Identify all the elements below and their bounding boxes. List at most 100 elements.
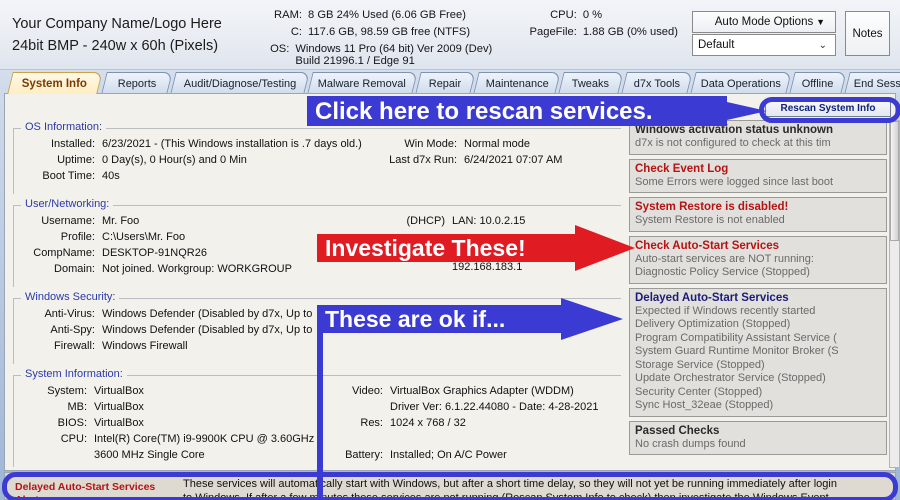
status-card-delayed-auto-start-services[interactable]: Delayed Auto-Start Services Expected if … [629, 287, 887, 417]
tab-maintenance[interactable]: Maintenance [473, 72, 561, 94]
tab-label: Data Operations [700, 77, 781, 90]
logo-line-2: 24bit BMP - 240w x 60h (Pixels) [12, 38, 219, 54]
row-battery: Battery: Installed; On A/C Power [331, 449, 599, 465]
status-card-line: Expected if Windows recently started [635, 304, 816, 317]
row-lan-value: LAN: 10.0.2.15 [452, 215, 526, 227]
status-card-title: Passed Checks [635, 424, 720, 437]
group-title-user-networking: User/Networking: [21, 198, 114, 210]
tab-data-operations[interactable]: Data Operations [690, 72, 792, 94]
notes-button-label: Notes [852, 27, 883, 40]
row-video: Video: VirtualBox Graphics Adapter (WDDM) [331, 385, 599, 401]
status-card-passed-checks[interactable]: Passed Checks No crash dumps found [629, 420, 887, 455]
row-bios-label: BIOS: [57, 417, 87, 429]
help-text: These services will automatically start … [181, 473, 895, 499]
row-win-mode-value: Normal mode [464, 138, 531, 150]
tab-label: Offline [802, 77, 834, 90]
stat-ram-label: RAM: [274, 9, 302, 21]
auto-mode-options-button[interactable]: Auto Mode Options ▼ [692, 11, 836, 33]
status-card-auto-start-services[interactable]: Check Auto-Start Services Auto-start ser… [629, 235, 887, 284]
stat-os: OS: Windows 11 Pro (64 bit) Ver 2009 (De… [262, 43, 514, 67]
row-system-value: VirtualBox [94, 385, 144, 397]
row-domain-value: Not joined. Workgroup: WORKGROUP [102, 263, 292, 275]
row-firewall-value: Windows Firewall [102, 340, 188, 352]
row-system-label: System: [47, 385, 87, 397]
group-os-information: OS Information: Installed: 6/23/2021 - (T… [13, 121, 621, 194]
stat-ram-value: 8 GB 24% Used (6.06 GB Free) [308, 9, 466, 21]
row-bios-value: VirtualBox [94, 417, 144, 429]
row-anti-virus-label: Anti-Virus: [44, 308, 95, 320]
row-video-value: VirtualBox Graphics Adapter (WDDM) [390, 385, 574, 397]
row-cpu-speed: 3600 MHz Single Core [21, 449, 314, 465]
row-anti-virus-value: Windows Defender (Disabled by d7x, Up to [102, 308, 313, 320]
row-dhcp-lan: (DHCP) LAN: 10.0.2.15 [393, 215, 526, 231]
status-check-list[interactable]: Windows activation status unknown d7x is… [629, 120, 887, 468]
stat-cpu-value: 0 % [582, 9, 603, 21]
row-boot-time: Boot Time: 40s [21, 170, 362, 186]
stat-pagefile-label: PageFile: [529, 26, 577, 38]
row-domain-label: Domain: [54, 263, 95, 275]
row-res-value: 1024 x 768 / 32 [390, 417, 466, 429]
status-card-line: System Restore is not enabled [635, 214, 785, 226]
row-system: System: VirtualBox [21, 385, 314, 401]
scrollbar-thumb[interactable] [890, 121, 899, 241]
tab-malware-removal[interactable]: Malware Removal [307, 72, 418, 94]
row-res-label: Res: [360, 417, 383, 429]
status-card-activation[interactable]: Windows activation status unknown d7x is… [629, 120, 887, 155]
row-firewall-label: Firewall: [54, 340, 95, 352]
app-header: Your Company Name/Logo Here 24bit BMP - … [0, 0, 900, 70]
tab-reports[interactable]: Reports [101, 72, 173, 94]
status-card-title: Check Auto-Start Services [635, 239, 780, 252]
status-card-line: Update Orchestrator Service (Stopped) [635, 372, 826, 384]
row-domain: Domain: Not joined. Workgroup: WORKGROUP [21, 263, 292, 279]
status-card-system-restore[interactable]: System Restore is disabled! System Resto… [629, 197, 887, 232]
status-card-event-log[interactable]: Check Event Log Some Errors were logged … [629, 158, 887, 193]
row-compname-label: CompName: [33, 247, 95, 259]
row-username-value: Mr. Foo [102, 215, 140, 227]
stat-cpu-label: CPU: [550, 9, 577, 21]
tab-audit-diagnose-testing[interactable]: Audit/Diagnose/Testing [170, 72, 310, 94]
tab-d7x-tools[interactable]: d7x Tools [621, 72, 693, 94]
row-win-mode: Win Mode: Normal mode [369, 138, 562, 154]
tab-tweaks[interactable]: Tweaks [558, 72, 624, 94]
tab-repair[interactable]: Repair [415, 72, 476, 94]
help-status-bar: Delayed Auto-Start Services Alert These … [4, 472, 896, 500]
tab-label: d7x Tools [633, 77, 681, 90]
status-card-line: Storage Service (Stopped) [635, 358, 765, 371]
tab-label: System Info [22, 77, 88, 90]
group-title-windows-security: Windows Security: [21, 291, 120, 303]
stat-os-value: Windows 11 Pro (64 bit) Ver 2009 (Dev) B… [295, 43, 493, 67]
row-last-d7x-run-value: 6/24/2021 07:07 AM [464, 154, 563, 166]
app-window: Your Company Name/Logo Here 24bit BMP - … [0, 0, 900, 500]
row-username-label: Username: [41, 215, 95, 227]
status-list-scrollbar[interactable] [889, 120, 900, 468]
row-battery-label: Battery: [345, 449, 383, 461]
status-card-title: System Restore is disabled! [635, 201, 789, 213]
row-anti-spy-value: Windows Defender (Disabled by d7x, Up to [102, 324, 313, 336]
tab-offline[interactable]: Offline [789, 72, 847, 94]
row-mb-label: MB: [67, 401, 87, 413]
tab-label: Repair [429, 77, 462, 90]
rescan-system-info-label: Rescan System Info [780, 102, 876, 114]
tab-system-info[interactable]: System Info [7, 72, 103, 94]
tab-end-session[interactable]: End Session [844, 72, 900, 94]
row-installed: Installed: 6/23/2021 - (This Windows inst… [21, 138, 362, 154]
rescan-system-info-button[interactable]: Rescan System Info [765, 99, 891, 117]
tab-bar: System Info Reports Audit/Diagnose/Testi… [0, 72, 900, 94]
row-boot-time-value: 40s [102, 170, 120, 182]
help-alert-label: Delayed Auto-Start Services Alert [15, 481, 156, 500]
company-logo: Your Company Name/Logo Here 24bit BMP - … [12, 8, 262, 62]
stat-pagefile-value: 1.88 GB (0% used) [582, 26, 678, 38]
tab-label: Reports [117, 77, 157, 90]
row-driver-ver: Driver Ver: 6.1.22.44080 - Date: 4-28-20… [331, 401, 599, 417]
row-driver-ver-value: Driver Ver: 6.1.22.44080 - Date: 4-28-20… [390, 401, 599, 413]
row-uptime-value: 0 Day(s), 0 Hour(s) and 0 Min [102, 154, 247, 166]
status-card-line: Program Compatibility Assistant Service … [635, 331, 837, 344]
row-mb-value: VirtualBox [94, 401, 144, 413]
profile-select-value: Default [698, 39, 735, 51]
system-summary: RAM: 8 GB 24% Used (6.06 GB Free) C: 117… [262, 9, 682, 67]
stat-ram: RAM: 8 GB 24% Used (6.06 GB Free) [262, 9, 513, 26]
notes-button[interactable]: Notes [845, 11, 890, 56]
tab-label: Malware Removal [318, 77, 407, 90]
profile-select[interactable]: Default ⌄ [692, 34, 836, 56]
row-mb: MB: VirtualBox [21, 401, 314, 417]
